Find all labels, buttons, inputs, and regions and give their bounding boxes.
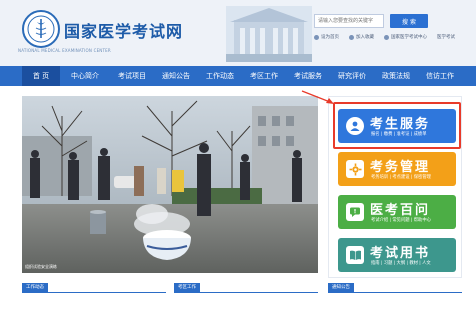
nav-item-about[interactable]: 中心简介 [60, 66, 110, 86]
highlight-box [333, 102, 461, 149]
service-card-exam-management[interactable]: 考务管理 考务培训 | 考点建设 | 保密管理 [338, 152, 456, 186]
gear-icon [346, 160, 364, 178]
service-card-books[interactable]: 考试用书 指南 | 习题 | 大纲 | 教材 | 人文 [338, 238, 456, 272]
book-icon [346, 246, 364, 264]
hero-caption: 组织试验安全演练 [25, 264, 57, 269]
top-link-homepage[interactable]: 设为首页 [314, 34, 339, 40]
site-title[interactable]: 国家医学考试网 [64, 18, 183, 42]
nav-item-work-news[interactable]: 工作动态 [198, 66, 242, 86]
nav-item-exam-service[interactable]: 考试服务 [286, 66, 330, 86]
hero-photo-scene [22, 96, 318, 273]
nav-item-research[interactable]: 研究评价 [330, 66, 374, 86]
section-divider [174, 292, 318, 293]
nav-item-petition[interactable]: 信访工作 [418, 66, 462, 86]
building-illustration [226, 6, 312, 62]
top-link-center[interactable]: 国家医学考试中心 [384, 34, 427, 40]
service-title: 考试用书 [370, 246, 431, 261]
section-divider [328, 292, 462, 293]
section-tab-work-news[interactable]: 工作动态 [22, 283, 48, 292]
building-icon [384, 34, 389, 40]
service-title: 医考百问 [370, 203, 431, 218]
arrow-icon [301, 90, 334, 104]
service-card-faq[interactable]: 医考百问 考试介绍 | 常见问题 | 帮助中心 [338, 195, 456, 229]
nav-item-exam-projects[interactable]: 考试项目 [110, 66, 154, 86]
star-icon [349, 34, 354, 40]
top-links: 设为首页 加入收藏 国家医学考试中心 医学考试 [314, 34, 455, 40]
service-subtitle: 考试介绍 | 常见问题 | 帮助中心 [371, 218, 431, 223]
logo-emblem-icon[interactable] [22, 10, 60, 48]
logo-subtitle: NATIONAL MEDICAL EXAMINATION CENTER [18, 48, 111, 53]
home-icon [314, 34, 319, 40]
nav-item-policy[interactable]: 政策法规 [374, 66, 418, 86]
site-header: NATIONAL MEDICAL EXAMINATION CENTER 国家医学… [0, 0, 476, 66]
search-button[interactable]: 搜 索 [390, 14, 428, 28]
main-nav: 首 页 中心简介 考试项目 通知公告 工作动态 考区工作 考试服务 研究评价 政… [0, 66, 476, 86]
top-link-favorite[interactable]: 加入收藏 [349, 34, 374, 40]
nav-item-notices[interactable]: 通知公告 [154, 66, 198, 86]
section-tab-notices[interactable]: 通知公告 [328, 283, 354, 292]
nav-item-region-work[interactable]: 考区工作 [242, 66, 286, 86]
hero-photo[interactable]: 组织试验安全演练 [22, 96, 318, 273]
section-divider [22, 292, 166, 293]
nav-item-home[interactable]: 首 页 [22, 66, 60, 86]
section-tab-region-work[interactable]: 考区工作 [174, 283, 200, 292]
chat-icon [346, 203, 364, 221]
service-subtitle: 指南 | 习题 | 大纲 | 教材 | 人文 [371, 261, 431, 266]
search-input[interactable] [314, 14, 384, 28]
top-link-exam[interactable]: 医学考试 [437, 34, 455, 40]
service-subtitle: 考务培训 | 考点建设 | 保密管理 [371, 175, 431, 180]
service-title: 考务管理 [370, 160, 431, 175]
